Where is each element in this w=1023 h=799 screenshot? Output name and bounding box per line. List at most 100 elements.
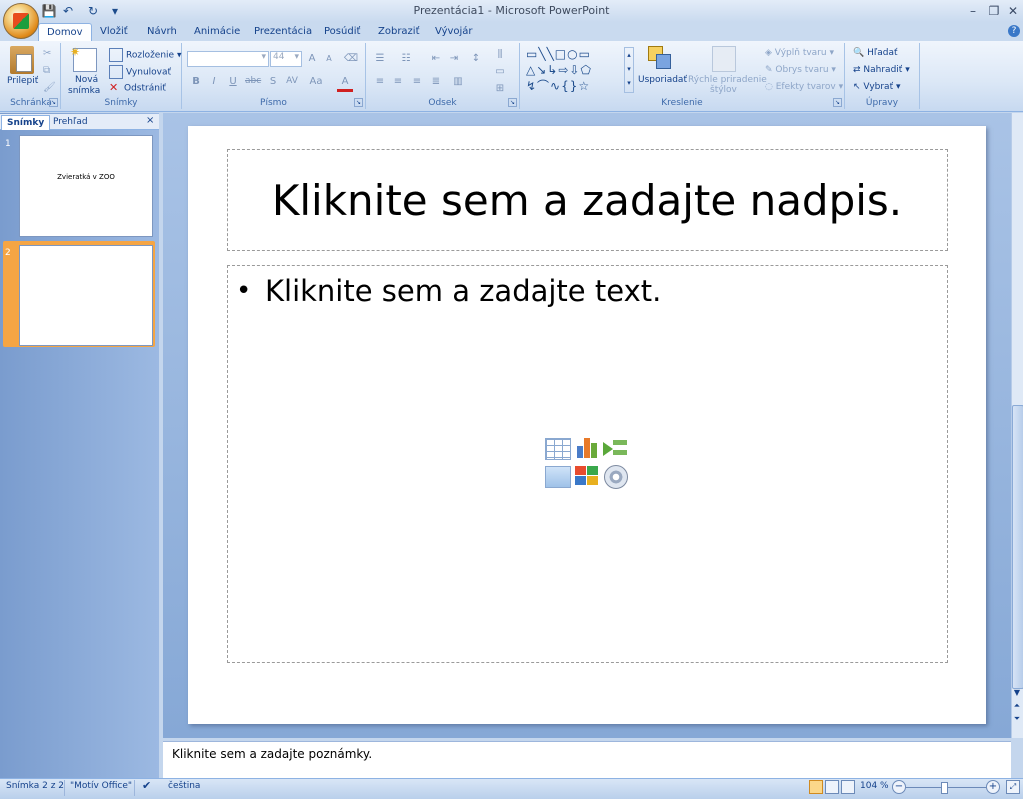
paste-icon[interactable] (10, 46, 34, 74)
fit-to-window-icon[interactable]: ⤢ (1006, 780, 1020, 794)
pane-close-icon[interactable]: × (146, 115, 154, 126)
font-color-button[interactable]: A (337, 74, 353, 92)
align-text-icon[interactable]: ▭ (492, 64, 508, 79)
minimize-button[interactable]: – (962, 2, 984, 20)
tab-slides-pane[interactable]: Snímky (1, 115, 51, 130)
new-slide-icon[interactable]: ✷ (70, 45, 97, 72)
tab-zobrazit[interactable]: Zobraziť (370, 23, 428, 41)
insert-picture-icon[interactable] (545, 466, 571, 488)
font-size-value: 44 (273, 52, 285, 62)
italic-button[interactable]: I (206, 74, 222, 89)
new-slide-label-2[interactable]: snímka (68, 86, 100, 96)
align-right-icon[interactable]: ≡ (409, 74, 425, 89)
format-painter-icon[interactable]: 🖌 (43, 82, 56, 93)
zoom-slider-knob[interactable] (941, 782, 948, 794)
paste-button[interactable]: Prilepiť (7, 76, 38, 86)
new-slide-label-1[interactable]: Nová (75, 75, 98, 85)
paragraph-launcher-icon[interactable]: ↘ (508, 98, 517, 107)
scroll-down-icon[interactable]: ▼ (1012, 688, 1022, 700)
char-spacing-button[interactable]: AV (284, 74, 300, 89)
change-case-button[interactable]: Aa (308, 74, 324, 89)
text-direction-icon[interactable]: ⫼ (492, 47, 508, 62)
delete-slide-button[interactable]: ✕ Odstrániť (109, 82, 166, 94)
next-slide-icon[interactable]: ⏷ (1012, 714, 1022, 726)
zoom-level[interactable]: 104 % (860, 781, 889, 791)
shape-effects-button[interactable]: ◌ Efekty tvarov ▾ (765, 82, 843, 92)
slideshow-icon[interactable] (841, 780, 855, 794)
insert-chart-icon[interactable] (575, 436, 599, 458)
save-icon[interactable]: 💾 (41, 3, 57, 19)
insert-table-icon[interactable] (545, 438, 571, 460)
insert-smartart-icon[interactable] (603, 438, 627, 458)
justify-icon[interactable]: ≣ (428, 74, 444, 89)
office-button[interactable] (3, 3, 39, 39)
quick-styles-label-2[interactable]: štýlov (710, 85, 737, 95)
theme-status[interactable]: "Motív Office" (70, 781, 132, 791)
tab-prezentacia[interactable]: Prezentácia (246, 23, 320, 41)
tab-vlozit[interactable]: Vložiť (92, 23, 136, 41)
shapes-scroll[interactable]: ▴ ▾ ▾ (624, 47, 634, 93)
strikethrough-button[interactable]: abc (245, 74, 261, 89)
normal-view-icon[interactable] (809, 780, 823, 794)
font-launcher-icon[interactable]: ↘ (354, 98, 363, 107)
redo-icon[interactable]: ↻ (85, 3, 101, 19)
copy-icon[interactable]: ⧉ (43, 65, 50, 76)
spellcheck-icon[interactable]: ✔ (142, 779, 151, 792)
content-placeholder[interactable] (227, 265, 948, 663)
shapes-gallery[interactable]: ▭╲╲□○▭ △↘↳⇨⇩⬠ ↯⌒∿{}☆ (526, 46, 622, 94)
decrease-indent-icon[interactable]: ⇤ (428, 51, 444, 66)
grow-font-button[interactable]: A (304, 51, 320, 66)
font-name-combo[interactable]: ▾ (187, 51, 269, 67)
close-button[interactable]: ✕ (1002, 2, 1023, 20)
increase-indent-icon[interactable]: ⇥ (446, 51, 462, 66)
quick-styles-label-1[interactable]: Rýchle priradenie (688, 75, 767, 85)
replace-button[interactable]: ⇄ Nahradiť ▾ (853, 65, 910, 75)
select-button[interactable]: ↖ Vybrať ▾ (853, 82, 901, 92)
line-spacing-icon[interactable]: ↕ (468, 51, 484, 66)
undo-icon[interactable]: ↶ (60, 3, 76, 19)
tab-outline-pane[interactable]: Prehľad (48, 115, 93, 129)
layout-button[interactable]: Rozloženie ▾ (109, 48, 181, 62)
slide-thumbnail-2[interactable] (19, 245, 153, 346)
shape-fill-button[interactable]: ◈ Výplň tvaru ▾ (765, 48, 834, 58)
language-status[interactable]: čeština (168, 781, 200, 791)
find-button[interactable]: 🔍 Hľadať (853, 48, 898, 58)
underline-button[interactable]: U (225, 74, 241, 89)
slide-number-1: 1 (5, 139, 11, 149)
clipboard-launcher-icon[interactable]: ↘ (49, 98, 58, 107)
shape-effects-icon: ◌ (765, 82, 776, 92)
align-center-icon[interactable]: ≡ (390, 74, 406, 89)
tab-animacie[interactable]: Animácie (186, 23, 248, 41)
arrange-button[interactable]: Usporiadať (638, 75, 687, 85)
columns-icon[interactable]: ▥ (450, 74, 466, 89)
slide-sorter-icon[interactable] (825, 780, 839, 794)
smartart-convert-icon[interactable]: ⊞ (492, 81, 508, 96)
tab-navrh[interactable]: Návrh (139, 23, 185, 41)
tab-posudit[interactable]: Posúdiť (316, 23, 368, 41)
font-size-combo[interactable]: 44 ▾ (270, 51, 302, 67)
customize-qat-icon[interactable]: ▾ (107, 3, 123, 19)
quick-styles-icon[interactable] (712, 46, 736, 72)
numbering-icon[interactable]: ☷ (398, 51, 414, 66)
cut-icon[interactable]: ✂ (43, 48, 51, 59)
zoom-in-button[interactable]: + (986, 780, 1000, 794)
help-icon[interactable]: ? (1008, 25, 1020, 37)
clear-format-icon[interactable]: ⌫ (343, 51, 359, 66)
tab-vyvojar[interactable]: Vývojár (427, 23, 481, 41)
drawing-launcher-icon[interactable]: ↘ (833, 98, 842, 107)
shrink-font-button[interactable]: A (321, 51, 337, 66)
shape-outline-button[interactable]: ✎ Obrys tvaru ▾ (765, 65, 836, 75)
insert-media-icon[interactable] (604, 465, 628, 489)
bullets-icon[interactable]: ☰ (372, 51, 388, 66)
slide-thumbnail-1[interactable]: Zvieratká v ZOO (19, 135, 153, 237)
previous-slide-icon[interactable]: ⏶ (1012, 701, 1022, 713)
bold-button[interactable]: B (188, 74, 204, 89)
insert-clipart-icon[interactable] (575, 466, 599, 486)
shadow-button[interactable]: S (265, 74, 281, 89)
scrollbar-thumb[interactable] (1012, 405, 1023, 689)
arrange-icon[interactable] (648, 46, 671, 69)
reset-button[interactable]: Vynulovať (109, 65, 171, 79)
zoom-out-button[interactable]: − (892, 780, 906, 794)
align-left-icon[interactable]: ≡ (372, 74, 388, 89)
tab-domov[interactable]: Domov (38, 23, 92, 42)
